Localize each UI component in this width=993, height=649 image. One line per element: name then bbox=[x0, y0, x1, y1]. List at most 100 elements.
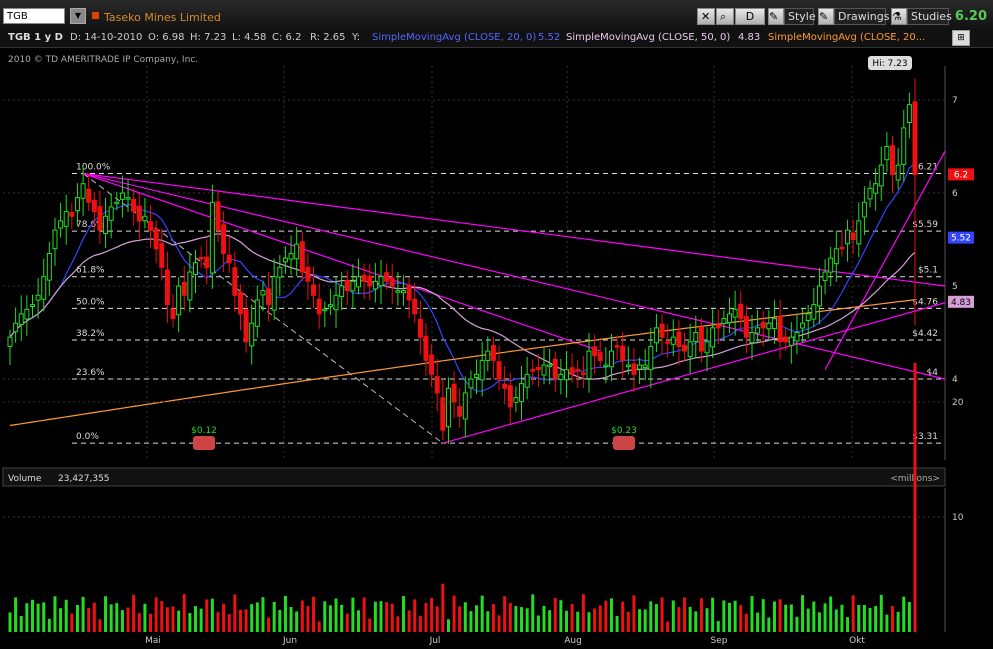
candle-body bbox=[18, 313, 24, 326]
candle-body bbox=[412, 298, 418, 315]
symbol-input[interactable]: TGB bbox=[3, 8, 65, 24]
volume-bar bbox=[874, 606, 878, 632]
candle-body bbox=[850, 232, 856, 240]
drawings-button[interactable]: Drawings bbox=[834, 8, 889, 25]
symbol-period[interactable]: TGB 1 y D bbox=[8, 32, 63, 43]
candle-body bbox=[221, 224, 227, 254]
volume-bar bbox=[553, 597, 557, 632]
candle-body bbox=[580, 372, 586, 375]
period-button[interactable]: D bbox=[735, 8, 765, 25]
link-flag-icon[interactable] bbox=[92, 12, 99, 19]
volume-bar bbox=[868, 607, 872, 632]
fib-pct-label: 38.2% bbox=[76, 329, 105, 339]
volume-bar bbox=[345, 613, 349, 632]
volume-bar bbox=[87, 608, 91, 632]
volume-label: Volume bbox=[8, 474, 42, 484]
candle-body bbox=[24, 308, 30, 320]
price-tick-label: 7 bbox=[952, 96, 958, 106]
volume-bar bbox=[846, 617, 850, 632]
sma20-label[interactable]: SimpleMovingAvg (CLOSE, 20, 0) bbox=[372, 32, 536, 43]
volume-bar bbox=[430, 597, 434, 632]
volume-bar bbox=[728, 602, 732, 632]
volume-bar bbox=[486, 611, 490, 632]
volume-bar bbox=[171, 606, 175, 632]
candle-body bbox=[400, 290, 406, 294]
volume-bar bbox=[357, 610, 361, 632]
candle-body bbox=[350, 280, 356, 292]
volume-bar bbox=[576, 611, 580, 632]
volume-bar bbox=[379, 601, 383, 632]
studies-icon[interactable]: ⚗ bbox=[891, 8, 907, 25]
volume-bar bbox=[643, 609, 647, 632]
volume-bar bbox=[53, 596, 57, 632]
candle-body bbox=[164, 269, 170, 306]
volume-bar bbox=[205, 599, 209, 632]
candle-body bbox=[552, 358, 558, 380]
candle-body bbox=[311, 284, 317, 296]
fibonacci-retracement[interactable]: 100.0% $6.2178.6% $5.5961.8% $5.150.0% $4.76… bbox=[72, 162, 942, 444]
volume-bar bbox=[210, 598, 214, 632]
candle-body bbox=[86, 188, 92, 203]
candle-body bbox=[52, 229, 58, 250]
studies-button[interactable]: Studies bbox=[907, 8, 952, 25]
candle-body bbox=[170, 308, 176, 320]
volume-bar bbox=[621, 601, 625, 632]
trendline bbox=[442, 302, 946, 444]
volume-bar bbox=[756, 612, 760, 632]
chart-settings-icon[interactable]: ⊞ bbox=[952, 30, 970, 46]
volume-bar bbox=[632, 595, 636, 632]
hi-marker: Hi: 7.23 bbox=[868, 56, 912, 70]
fib-pct-label: 61.8% bbox=[76, 266, 105, 276]
volume-bar bbox=[705, 608, 709, 632]
volume-bar bbox=[711, 597, 715, 632]
sma200-label[interactable]: SimpleMovingAvg (CLOSE, 20... bbox=[768, 32, 925, 43]
sma50-label[interactable]: SimpleMovingAvg (CLOSE, 50, 0) bbox=[566, 32, 730, 43]
dividend-markers[interactable]: $0.12 $0.23 bbox=[191, 426, 637, 450]
volume-bar bbox=[857, 605, 861, 632]
candle-body bbox=[333, 294, 339, 311]
zoom-tool-icon[interactable]: ⌕ bbox=[716, 8, 734, 25]
volume-bar bbox=[604, 600, 608, 632]
crosshair-tool-icon[interactable]: ✕ bbox=[697, 8, 715, 25]
volume-bar bbox=[36, 603, 40, 632]
dividend-label: $0.12 bbox=[191, 426, 217, 436]
volume-bar bbox=[317, 621, 321, 632]
candle-body bbox=[530, 369, 536, 372]
volume-bar bbox=[47, 618, 51, 632]
volume-bar bbox=[120, 610, 124, 632]
volume-bar bbox=[463, 602, 467, 632]
candle-body bbox=[698, 326, 704, 352]
chart-area: 2010 © TD AMERITRADE IP Company, Inc. 10… bbox=[0, 47, 993, 649]
volume-bar bbox=[227, 614, 231, 632]
style-button[interactable]: Style bbox=[784, 8, 816, 25]
candles bbox=[7, 78, 918, 444]
volume-bar bbox=[328, 605, 332, 632]
pencil-icon-2[interactable]: ✎ bbox=[818, 8, 834, 25]
candle-body bbox=[468, 378, 474, 389]
candle-body bbox=[895, 164, 901, 181]
volume-bar bbox=[626, 611, 630, 632]
candle-body bbox=[294, 243, 300, 260]
candle-body bbox=[575, 368, 581, 372]
candle-body bbox=[148, 221, 154, 231]
candle-body bbox=[502, 383, 508, 389]
volume-bar bbox=[609, 598, 613, 632]
candle-body bbox=[541, 364, 547, 376]
volume-bar bbox=[744, 613, 748, 632]
candle-body bbox=[451, 383, 457, 403]
volume-bar bbox=[666, 621, 670, 632]
info-bar: TGB 1 y D D: 14-10-2010 O: 6.98 H: 7.23 … bbox=[0, 30, 993, 48]
candle-body bbox=[46, 252, 52, 281]
candle-body bbox=[659, 323, 665, 338]
candle-body bbox=[704, 341, 710, 354]
volume-bar bbox=[688, 606, 692, 632]
volume-bars: 2010 bbox=[3, 362, 964, 632]
symbol-dropdown-button[interactable]: ▼ bbox=[70, 8, 86, 24]
candle-body bbox=[687, 341, 693, 358]
volume-bar bbox=[862, 605, 866, 632]
volume-bar bbox=[424, 603, 428, 632]
pencil-icon[interactable]: ✎ bbox=[768, 8, 784, 25]
candle-body bbox=[372, 280, 378, 290]
volume-bar bbox=[250, 604, 254, 632]
candle-body bbox=[232, 267, 238, 296]
